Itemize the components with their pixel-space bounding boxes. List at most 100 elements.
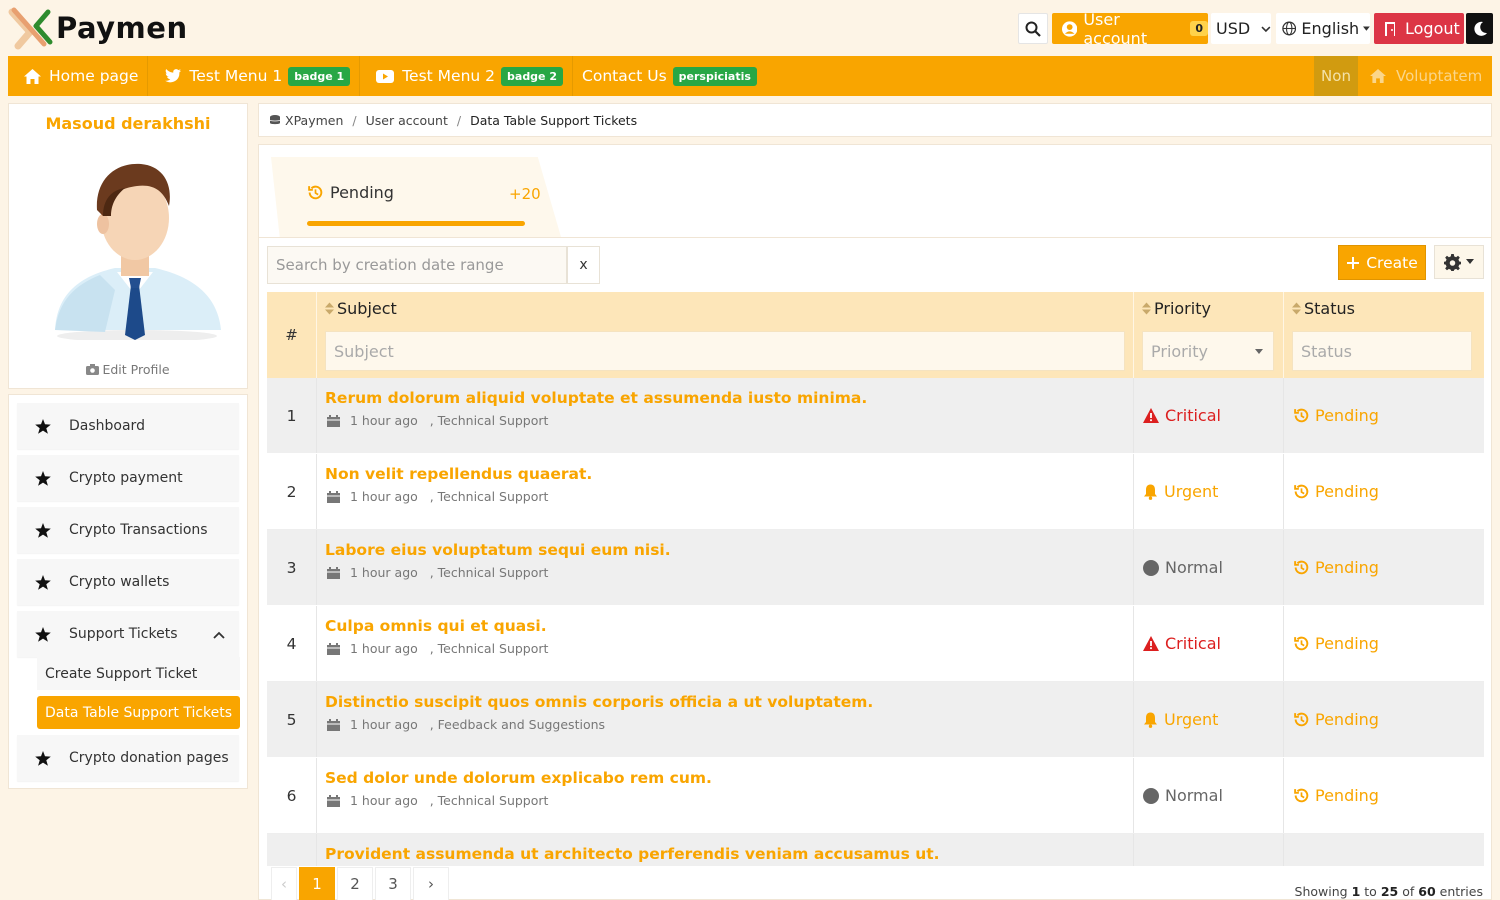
nav-non[interactable]: Non — [1314, 56, 1358, 96]
tab-pending[interactable]: Pending +20 — [271, 157, 561, 237]
breadcrumb-separator: / — [352, 112, 357, 128]
door-icon — [1385, 21, 1395, 36]
priority-label: Normal — [1165, 786, 1223, 805]
row-number: 6 — [267, 758, 317, 833]
priority-label: Urgent — [1164, 710, 1219, 729]
ticket-subject-link[interactable]: Labore eius voluptatum sequi eum nisi. — [325, 541, 671, 559]
avatar — [45, 150, 225, 342]
breadcrumb-user-account[interactable]: User account — [366, 113, 448, 128]
priority-label: Critical — [1165, 406, 1221, 425]
table-row[interactable]: 2 Non velit repellendus quaerat. 1 hour … — [267, 454, 1484, 530]
gear-icon — [1444, 253, 1461, 271]
ticket-subject-link[interactable]: Non velit repellendus quaerat. — [325, 465, 592, 483]
logout-button[interactable]: Logout — [1374, 13, 1464, 44]
history-icon — [1293, 635, 1310, 652]
ticket-meta: 1 hour ago , Technical Support — [327, 413, 548, 428]
ticket-subject-link[interactable]: Rerum dolorum aliquid voluptate et assum… — [325, 389, 867, 407]
pagination-next[interactable]: › — [413, 867, 449, 900]
sort-icon — [325, 302, 334, 315]
search-button[interactable] — [1018, 13, 1048, 44]
table-row[interactable]: 5 Distinctio suscipit quos omnis corpori… — [267, 682, 1484, 758]
sidebar-item-crypto-donation-pages[interactable]: Crypto donation pages — [17, 735, 239, 781]
ticket-time: 1 hour ago — [350, 565, 418, 580]
table-row[interactable]: 4 Culpa omnis qui et quasi. 1 hour ago ,… — [267, 606, 1484, 682]
sidebar-item-label: Dashboard — [69, 418, 145, 434]
pagination-page[interactable]: 3 — [375, 867, 411, 900]
caret-down-icon — [1255, 349, 1263, 354]
nav-contact-us[interactable]: Contact Us perspiciatis — [573, 56, 766, 96]
table-row[interactable]: 6 Sed dolor unde dolorum explicabo rem c… — [267, 758, 1484, 834]
column-subject: Subject Subject — [317, 292, 1134, 378]
sidebar-item-label: Crypto wallets — [69, 574, 170, 590]
table-row[interactable]: Provident assumenda ut architecto perfer… — [267, 834, 1484, 866]
ticket-subject-link[interactable]: Sed dolor unde dolorum explicabo rem cum… — [325, 769, 712, 787]
nav-voluptatem[interactable]: Voluptatem — [1358, 56, 1492, 96]
ticket-subject-link[interactable]: Distinctio suscipit quos omnis corporis … — [325, 693, 873, 711]
date-clear-button[interactable]: x — [567, 246, 600, 284]
subject-cell: Culpa omnis qui et quasi. 1 hour ago , T… — [317, 606, 1134, 681]
ticket-category: , Technical Support — [429, 413, 549, 428]
pagination-prev[interactable]: ‹ — [271, 867, 297, 900]
badge-2: badge 2 — [501, 66, 564, 86]
sidebar-item-crypto-transactions[interactable]: Crypto Transactions — [17, 507, 239, 553]
subject-filter-input[interactable]: Subject — [325, 331, 1125, 371]
column-header-number: # — [267, 292, 317, 378]
date-range-search-input[interactable]: Search by creation date range — [267, 246, 567, 284]
edit-profile-label: Edit Profile — [102, 362, 170, 377]
logo[interactable]: Paymen — [8, 6, 188, 50]
showing-of-word: of — [1402, 884, 1415, 899]
language-select[interactable]: English — [1276, 13, 1370, 44]
sidebar-item-support-tickets[interactable]: Support Tickets — [17, 611, 239, 657]
column-priority: Priority Priority — [1134, 292, 1284, 378]
entries-info: Showing 1 to 25 of 60 entries — [1295, 884, 1483, 899]
ticket-time: 1 hour ago — [350, 717, 418, 732]
sidebar-item-crypto-wallets[interactable]: Crypto wallets — [17, 559, 239, 605]
sidebar-item-crypto-payment[interactable]: Crypto payment — [17, 455, 239, 501]
nav-voluptatem-label: Voluptatem — [1396, 67, 1483, 85]
nav-home[interactable]: Home page — [8, 56, 149, 96]
sidebar-subitem-label: Data Table Support Tickets — [45, 704, 233, 721]
star-icon — [35, 574, 51, 590]
pagination-page[interactable]: 2 — [337, 867, 373, 900]
breadcrumb-root[interactable]: XPaymen — [285, 113, 343, 128]
row-number — [267, 834, 317, 866]
sidebar-item-dashboard[interactable]: Dashboard — [17, 403, 239, 449]
table-row[interactable]: 1 Rerum dolorum aliquid voluptate et ass… — [267, 378, 1484, 454]
ticket-subject-link[interactable]: Provident assumenda ut architecto perfer… — [325, 845, 940, 863]
create-button[interactable]: Create — [1338, 245, 1426, 280]
currency-select[interactable]: USD — [1211, 13, 1271, 44]
priority-filter-select[interactable]: Priority — [1142, 331, 1274, 371]
column-status: Status Status — [1284, 292, 1484, 378]
user-account-label: User account — [1083, 9, 1148, 48]
showing-prefix: Showing — [1294, 884, 1348, 899]
ticket-subject-link[interactable]: Culpa omnis qui et quasi. — [325, 617, 547, 635]
status-cell: Pending — [1284, 682, 1484, 757]
pagination-page[interactable]: 1 — [299, 867, 335, 900]
user-account-button[interactable]: User account 0 — [1052, 10, 1208, 48]
badge-perspiciatis: perspiciatis — [672, 66, 757, 86]
sidebar-subitem-create-ticket[interactable]: Create Support Ticket — [37, 657, 240, 690]
coins-icon — [269, 115, 281, 125]
row-number: 1 — [267, 378, 317, 453]
settings-dropdown-button[interactable] — [1434, 245, 1484, 279]
column-header-subject[interactable]: Subject — [325, 299, 397, 318]
status-label: Pending — [1315, 406, 1379, 425]
nav-test-menu-2[interactable]: Test Menu 2 badge 2 — [360, 56, 574, 96]
status-filter-input[interactable]: Status — [1292, 331, 1472, 371]
column-header-status[interactable]: Status — [1292, 299, 1355, 318]
youtube-icon — [376, 69, 395, 83]
showing-from: 1 — [1351, 884, 1361, 899]
nav-test-menu-1-label: Test Menu 1 — [189, 67, 283, 85]
sidebar-subitem-data-table-tickets[interactable]: Data Table Support Tickets — [37, 696, 240, 729]
ticket-time: 1 hour ago — [350, 641, 418, 656]
circle-icon — [1143, 559, 1159, 576]
nav-test-menu-1[interactable]: Test Menu 1 badge 1 — [148, 56, 361, 96]
column-header-priority[interactable]: Priority — [1142, 299, 1211, 318]
priority-cell: Critical — [1134, 606, 1284, 681]
priority-cell — [1134, 834, 1284, 866]
sidebar-item-label: Support Tickets — [69, 626, 178, 642]
breadcrumb: XPaymen / User account / Data Table Supp… — [258, 103, 1492, 137]
dark-mode-toggle[interactable] — [1466, 13, 1493, 44]
table-row[interactable]: 3 Labore eius voluptatum sequi eum nisi.… — [267, 530, 1484, 606]
edit-profile-link[interactable]: Edit Profile — [9, 362, 247, 377]
